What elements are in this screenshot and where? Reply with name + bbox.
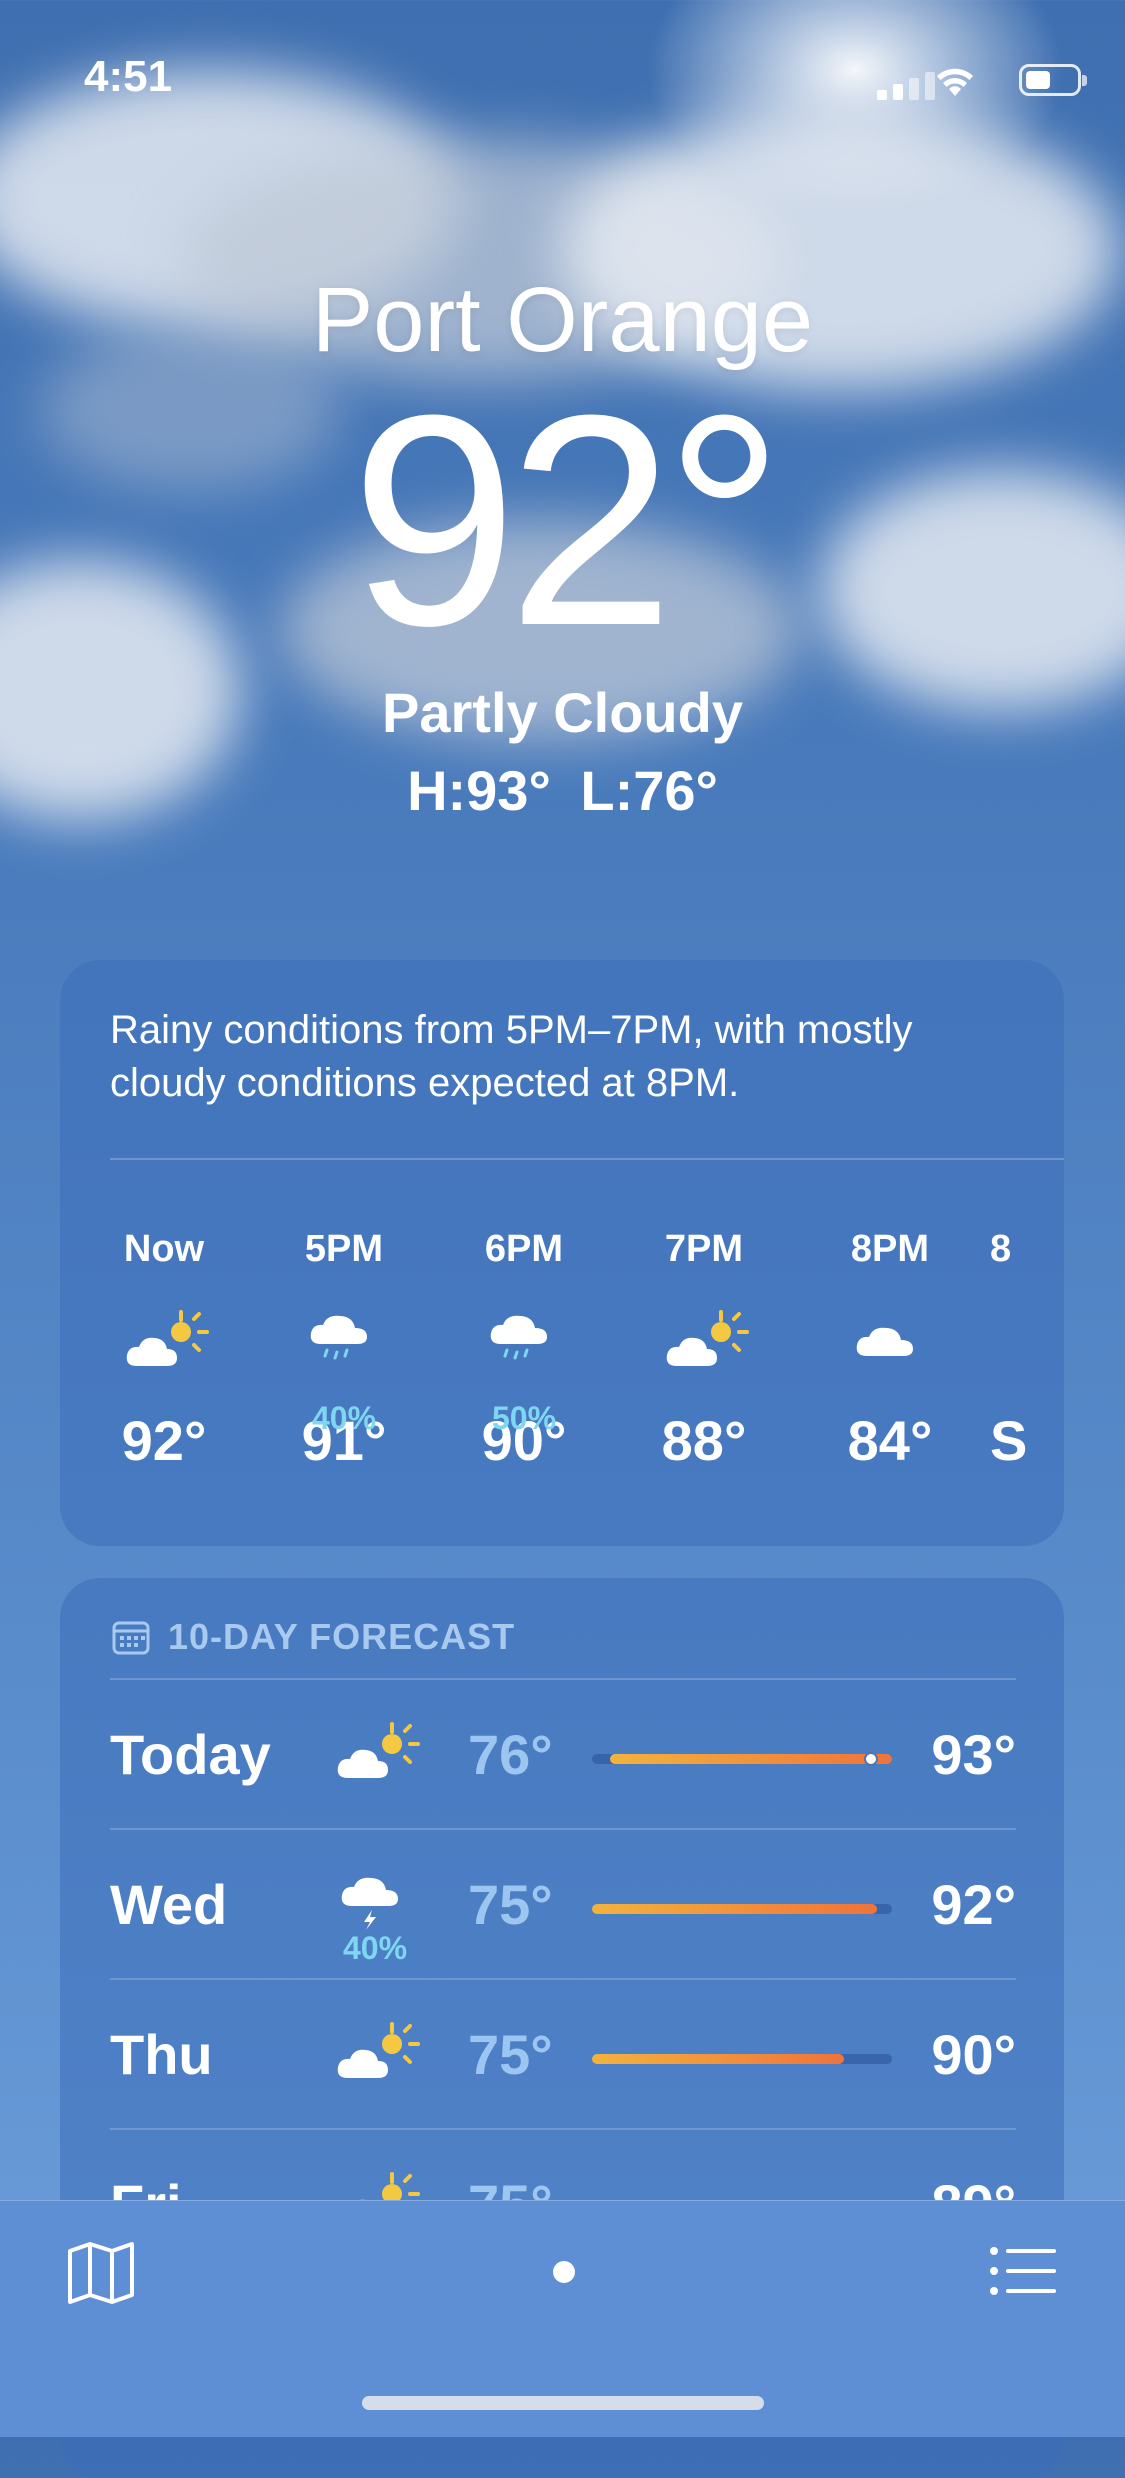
- wifi-icon: [937, 68, 973, 96]
- current-temperature-marker: [864, 1752, 878, 1766]
- cellular-signal-icon: [877, 72, 935, 100]
- hour-item: 5PM 40% 91°: [254, 1228, 434, 1473]
- temperature-range-fill: [592, 1904, 877, 1914]
- rain-cloud-icon: 50%: [434, 1308, 614, 1436]
- partly-sunny-icon: [614, 1308, 794, 1398]
- battery-icon: [1019, 64, 1087, 96]
- calendar-icon: [112, 1621, 150, 1655]
- home-indicator[interactable]: [362, 2396, 764, 2410]
- temperature-range-bar: [592, 2054, 892, 2064]
- ten-day-header: 10-DAY FORECAST: [112, 1616, 515, 1658]
- rain-cloud-icon: 40%: [254, 1308, 434, 1436]
- temperature-range-bar: [592, 1752, 892, 1766]
- page-indicator-dot[interactable]: [553, 2261, 575, 2283]
- hour-item: 8PM 84°: [800, 1228, 980, 1473]
- hourly-summary: Rainy conditions from 5PM–7PM, with most…: [110, 1008, 913, 1105]
- partly-sunny-icon: [330, 1720, 420, 1790]
- partly-sunny-icon: [330, 2020, 420, 2090]
- forecast-row-wed[interactable]: Wed 40% 75° 92°: [110, 1828, 1016, 1980]
- list-icon[interactable]: [988, 2241, 1058, 2301]
- status-bar: 4:51: [0, 0, 1125, 150]
- forecast-row-thu[interactable]: Thu 75° 90°: [110, 1978, 1016, 2130]
- partly-sunny-icon: [74, 1308, 254, 1398]
- hour-item: Now 92°: [74, 1228, 254, 1473]
- forecast-row-today[interactable]: Today 76° 93°: [110, 1678, 1016, 1830]
- hour-item: 6PM 50% 90°: [434, 1228, 614, 1473]
- status-time: 4:51: [84, 52, 173, 101]
- hourly-row[interactable]: Now 92° 5PM 40% 91° 6PM 50% 90° 7PM 88° …: [60, 1228, 1064, 1528]
- current-condition: Partly Cloudy: [382, 681, 743, 744]
- hour-item: 8 S: [990, 1228, 1028, 1472]
- temperature-range-bar: [592, 1904, 892, 1914]
- hourly-forecast-card[interactable]: Rainy conditions from 5PM–7PM, with most…: [60, 960, 1064, 1546]
- temperature-range-fill: [610, 1754, 892, 1764]
- current-temperature: 92°: [350, 352, 785, 688]
- high-low: H:93° L:76°: [407, 759, 718, 822]
- temperature-range-fill: [592, 2054, 844, 2064]
- map-icon[interactable]: [66, 2241, 136, 2305]
- divider: [110, 1158, 1064, 1160]
- hour-item: 7PM 88°: [614, 1228, 794, 1473]
- cloud-icon: [800, 1308, 980, 1398]
